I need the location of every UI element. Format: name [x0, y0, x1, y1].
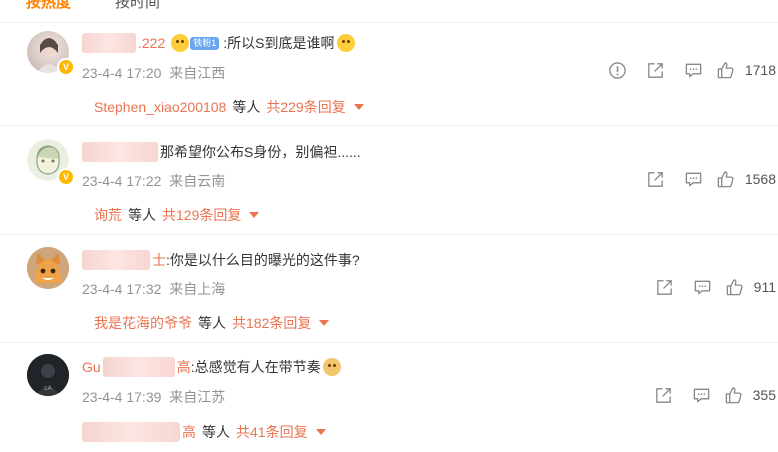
reply-summary[interactable]: 询荒 等人 共129条回复	[94, 205, 260, 225]
comment-date: 23-4-4 17:22	[82, 173, 162, 189]
comment-location: 来自江西	[169, 65, 226, 81]
comment-line: 士 :你是以什么目的曝光的这件事?	[82, 250, 360, 270]
comment-line: Gu 高 :总感觉有人在带节奏	[82, 357, 341, 377]
comment-meta: 23-4-4 17:39 来自江苏	[82, 387, 225, 407]
comment-text: :你是以什么目的曝光的这件事?	[166, 252, 360, 268]
reply-others-label: 等人	[202, 424, 230, 440]
share-icon[interactable]	[637, 59, 675, 81]
username[interactable]: .222	[138, 35, 165, 51]
reply-username[interactable]: 高	[182, 422, 196, 442]
reply-username[interactable]: 我是花海的爷爷	[94, 313, 192, 333]
reply-summary[interactable]: 高 等人 共41条回复	[82, 422, 326, 442]
like-icon[interactable]	[713, 168, 739, 190]
reply-count[interactable]: 共182条回复	[232, 313, 311, 333]
doge-emoji-icon	[322, 358, 341, 376]
reply-summary[interactable]: Stephen_xiao200108 等人 共229条回复	[94, 97, 364, 117]
chevron-down-icon[interactable]	[249, 212, 260, 218]
tab-time[interactable]: 按时间	[115, 0, 160, 11]
comment-icon[interactable]	[683, 384, 721, 406]
username[interactable]: 士	[152, 250, 166, 270]
reply-username[interactable]: 询荒	[94, 205, 122, 225]
comment-item: V .222 铁粉1 :所以S到底是谁啊 23-4-4 17:20 来自江西 1…	[0, 30, 778, 125]
username-suffix[interactable]: 高	[177, 357, 191, 377]
blurred-username	[82, 142, 158, 162]
reply-others-label: 等人	[232, 99, 261, 115]
comment-actions: 1568	[637, 168, 778, 190]
divider	[0, 234, 778, 235]
blurred-username	[102, 357, 175, 377]
reply-others-label: 等人	[198, 315, 226, 331]
comment-location: 来自云南	[169, 173, 226, 189]
comment-item: 士 :你是以什么目的曝光的这件事? 23-4-4 17:32 来自上海 911 …	[0, 247, 778, 342]
comment-line: 那希望你公布S身份，别偏袒......	[82, 142, 361, 162]
comment-item: V 那希望你公布S身份，别偏袒...... 23-4-4 17:22 来自云南 …	[0, 139, 778, 234]
comment-date: 23-4-4 17:20	[82, 65, 162, 81]
verified-badge-icon: V	[57, 168, 75, 186]
comment-icon[interactable]	[675, 59, 713, 81]
comment-location: 来自江苏	[169, 389, 226, 405]
comment-meta: 23-4-4 17:22 来自云南	[82, 171, 225, 191]
comment-item: LA Gu 高 :总感觉有人在带节奏 23-4-4 17:39 来自江苏 355…	[0, 354, 778, 452]
comment-meta: 23-4-4 17:32 来自上海	[82, 279, 225, 299]
avatar[interactable]	[27, 247, 69, 289]
like-count: 1568	[744, 171, 776, 187]
comment-actions: 1718	[599, 59, 778, 81]
verified-badge-icon: V	[57, 58, 75, 76]
comment-actions: 911	[646, 276, 778, 298]
comment-actions: 355	[645, 384, 778, 406]
username[interactable]: Gu	[82, 359, 101, 375]
reply-count[interactable]: 共229条回复	[266, 97, 345, 117]
blurred-reply-username	[82, 422, 180, 442]
tab-hot[interactable]: 按热度	[26, 0, 71, 11]
svg-text:LA: LA	[44, 385, 52, 392]
share-icon[interactable]	[645, 384, 683, 406]
comment-location: 来自上海	[169, 281, 226, 297]
comment-line: .222 铁粉1 :所以S到底是谁啊	[82, 33, 355, 53]
reply-count[interactable]: 共129条回复	[162, 205, 241, 225]
reply-others-label: 等人	[128, 207, 156, 223]
smile-emoji-icon	[336, 34, 355, 52]
divider	[0, 125, 778, 126]
chevron-down-icon[interactable]	[319, 320, 330, 326]
fan-badge: 铁粉1	[190, 36, 220, 50]
blurred-username	[82, 250, 150, 270]
comment-icon[interactable]	[675, 168, 713, 190]
comment-icon[interactable]	[684, 276, 722, 298]
like-count: 355	[752, 387, 776, 403]
like-count: 1718	[744, 62, 776, 78]
like-icon[interactable]	[721, 384, 747, 406]
comment-text: :所以S到底是谁啊	[223, 35, 335, 51]
chevron-down-icon[interactable]	[353, 104, 364, 110]
reply-summary[interactable]: 我是花海的爷爷 等人 共182条回复	[94, 313, 330, 333]
reply-username[interactable]: Stephen_xiao200108	[94, 99, 226, 115]
like-count: 911	[753, 279, 776, 295]
share-icon[interactable]	[637, 168, 675, 190]
comment-text: :总感觉有人在带节奏	[190, 359, 321, 375]
report-icon[interactable]	[599, 59, 637, 81]
comment-meta: 23-4-4 17:20 来自江西	[82, 63, 225, 83]
share-icon[interactable]	[646, 276, 684, 298]
heart-face-emoji-icon	[171, 34, 190, 52]
sort-tabs: 按热度 按时间	[26, 0, 160, 11]
avatar[interactable]: LA	[27, 354, 69, 396]
divider	[0, 22, 778, 23]
blurred-username	[82, 33, 136, 53]
like-icon[interactable]	[722, 276, 748, 298]
chevron-down-icon[interactable]	[315, 429, 326, 435]
divider	[0, 342, 778, 343]
reply-count[interactable]: 共41条回复	[236, 422, 308, 442]
comment-date: 23-4-4 17:39	[82, 389, 162, 405]
like-icon[interactable]	[713, 59, 739, 81]
comment-text: 那希望你公布S身份，别偏袒......	[160, 144, 361, 160]
comment-date: 23-4-4 17:32	[82, 281, 162, 297]
